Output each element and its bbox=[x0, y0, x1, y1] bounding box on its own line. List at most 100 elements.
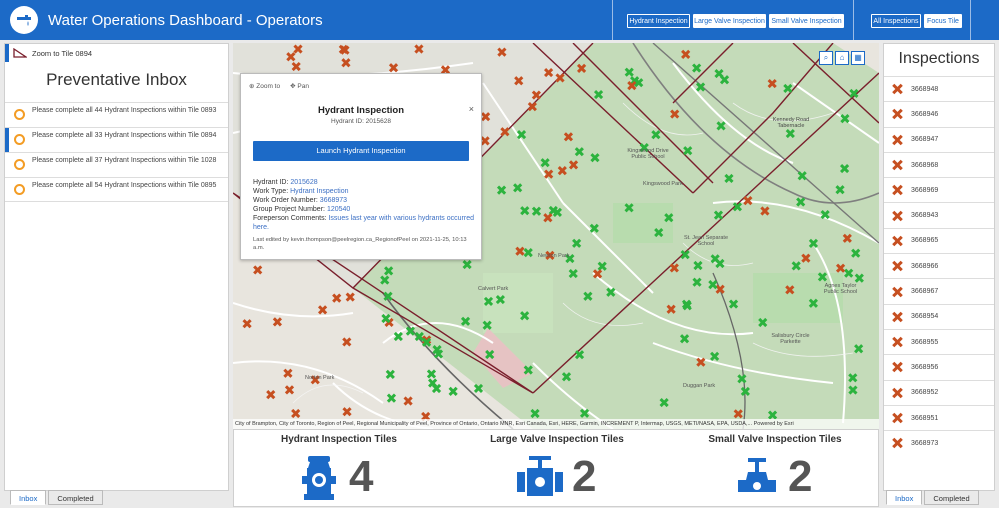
hydrant-marker[interactable] bbox=[386, 393, 397, 403]
hydrant-marker[interactable] bbox=[719, 75, 730, 85]
hydrant-marker[interactable] bbox=[284, 385, 295, 395]
hydrant-marker[interactable] bbox=[593, 89, 604, 100]
tab-completed[interactable]: Completed bbox=[48, 490, 103, 505]
hydrant-marker[interactable] bbox=[659, 397, 669, 408]
hydrant-marker[interactable] bbox=[664, 213, 674, 223]
hydrant-marker[interactable] bbox=[482, 320, 492, 330]
hydrant-marker[interactable] bbox=[544, 169, 554, 179]
hydrant-marker[interactable] bbox=[791, 261, 801, 271]
hydrant-marker[interactable] bbox=[483, 296, 494, 307]
hydrant-marker[interactable] bbox=[460, 316, 471, 326]
hydrant-marker[interactable] bbox=[405, 326, 416, 336]
hydrant-marker[interactable] bbox=[579, 408, 590, 418]
popup-pan-button[interactable]: ✥ Pan bbox=[290, 82, 309, 90]
hydrant-marker[interactable] bbox=[715, 284, 725, 294]
hydrant-marker[interactable] bbox=[666, 304, 676, 314]
inspection-row[interactable]: 3668948 bbox=[884, 76, 994, 101]
hydrant-marker[interactable] bbox=[531, 206, 542, 216]
inspection-row[interactable]: 3668966 bbox=[884, 253, 994, 278]
hydrant-marker[interactable] bbox=[485, 349, 495, 360]
hydrant-marker[interactable] bbox=[286, 52, 296, 62]
large-valve-filter-button[interactable]: Large Valve Inspection bbox=[693, 14, 766, 28]
hydrant-marker[interactable] bbox=[576, 63, 587, 73]
hydrant-marker[interactable] bbox=[530, 408, 540, 419]
hydrant-marker[interactable] bbox=[606, 287, 616, 297]
hydrant-marker[interactable] bbox=[514, 76, 524, 86]
hydrant-marker[interactable] bbox=[291, 61, 301, 72]
hydrant-marker[interactable] bbox=[670, 109, 680, 119]
hydrant-marker[interactable] bbox=[543, 213, 553, 223]
hydrant-marker[interactable] bbox=[583, 291, 593, 301]
hydrant-marker[interactable] bbox=[516, 129, 527, 140]
hydrant-marker[interactable] bbox=[555, 73, 565, 83]
hydrant-marker[interactable] bbox=[624, 203, 634, 213]
hydrant-marker[interactable] bbox=[724, 173, 734, 184]
hydrant-marker[interactable] bbox=[515, 246, 525, 256]
hydrant-marker[interactable] bbox=[835, 185, 845, 195]
hydrant-marker[interactable] bbox=[785, 285, 795, 295]
hydrant-marker[interactable] bbox=[563, 132, 574, 142]
hydrant-marker[interactable] bbox=[740, 386, 750, 397]
hydrant-marker[interactable] bbox=[849, 88, 859, 99]
hydrant-marker[interactable] bbox=[592, 269, 603, 279]
hydrant-marker[interactable] bbox=[796, 197, 806, 207]
hydrant-marker[interactable] bbox=[561, 372, 572, 382]
inbox-item[interactable]: Please complete all 37 Hydrant Inspectio… bbox=[5, 152, 228, 177]
hydrant-marker[interactable] bbox=[760, 206, 770, 216]
hydrant-marker[interactable] bbox=[568, 268, 578, 279]
hydrant-marker[interactable] bbox=[696, 357, 706, 367]
hydrant-marker[interactable] bbox=[414, 44, 424, 54]
hydrant-marker[interactable] bbox=[835, 263, 846, 273]
hydrant-marker[interactable] bbox=[737, 374, 747, 384]
map-search-icon[interactable]: ⌕ bbox=[819, 51, 833, 65]
hydrant-marker[interactable] bbox=[572, 238, 582, 248]
hydrant-marker[interactable] bbox=[713, 210, 724, 220]
hydrant-filter-button[interactable]: Hydrant Inspection bbox=[627, 14, 690, 28]
popup-zoom-to-button[interactable]: ⊕ Zoom to bbox=[249, 82, 280, 90]
hydrant-marker[interactable] bbox=[848, 373, 858, 383]
inspection-row[interactable]: 3668969 bbox=[884, 177, 994, 202]
hydrant-marker[interactable] bbox=[854, 344, 864, 354]
inspection-row[interactable]: 3668943 bbox=[884, 202, 994, 227]
launch-inspection-button[interactable]: Launch Hydrant Inspection bbox=[253, 141, 469, 161]
hydrant-marker[interactable] bbox=[385, 369, 395, 379]
tab-inbox[interactable]: Inbox bbox=[10, 490, 47, 505]
hydrant-marker[interactable] bbox=[715, 258, 725, 269]
hydrant-marker[interactable] bbox=[283, 368, 293, 378]
hydrant-marker[interactable] bbox=[293, 44, 303, 54]
hydrant-marker[interactable] bbox=[696, 82, 706, 92]
hydrant-marker[interactable] bbox=[708, 280, 718, 290]
hydrant-marker[interactable] bbox=[342, 407, 352, 417]
hydrant-marker[interactable] bbox=[448, 386, 458, 396]
hydrant-marker[interactable] bbox=[732, 202, 743, 212]
tab-inbox[interactable]: Inbox bbox=[886, 490, 923, 505]
hydrant-marker[interactable] bbox=[383, 291, 393, 301]
hydrant-marker[interactable] bbox=[680, 250, 690, 260]
inspection-row[interactable]: 3668967 bbox=[884, 278, 994, 303]
hydrant-marker[interactable] bbox=[266, 390, 276, 400]
hydrant-marker[interactable] bbox=[557, 166, 567, 176]
inspection-row[interactable]: 3668955 bbox=[884, 328, 994, 354]
hydrant-marker[interactable] bbox=[384, 266, 394, 276]
hydrant-marker[interactable] bbox=[403, 396, 413, 406]
inspection-row[interactable]: 3668956 bbox=[884, 354, 994, 379]
hydrant-marker[interactable] bbox=[495, 294, 505, 305]
hydrant-marker[interactable] bbox=[820, 209, 830, 220]
small-valve-filter-button[interactable]: Small Valve Inspection bbox=[769, 14, 844, 28]
hydrant-marker[interactable] bbox=[242, 319, 252, 329]
basemap-gallery-icon[interactable]: ▦ bbox=[851, 51, 865, 65]
hydrant-marker[interactable] bbox=[342, 337, 352, 347]
hydrant-marker[interactable] bbox=[345, 292, 355, 302]
hydrant-marker[interactable] bbox=[817, 272, 828, 282]
hydrant-marker[interactable] bbox=[523, 365, 533, 375]
hydrant-marker[interactable] bbox=[540, 158, 550, 168]
hydrant-marker[interactable] bbox=[574, 350, 585, 360]
hydrant-marker[interactable] bbox=[527, 102, 537, 112]
hydrant-marker[interactable] bbox=[839, 163, 850, 174]
hydrant-marker[interactable] bbox=[683, 146, 693, 156]
hydrant-marker[interactable] bbox=[692, 63, 702, 73]
hydrant-marker[interactable] bbox=[651, 130, 661, 140]
inbox-item-selected[interactable]: Please complete all 33 Hydrant Inspectio… bbox=[5, 127, 228, 152]
hydrant-marker[interactable] bbox=[291, 408, 301, 419]
all-inspections-button[interactable]: All Inspections bbox=[871, 14, 921, 28]
